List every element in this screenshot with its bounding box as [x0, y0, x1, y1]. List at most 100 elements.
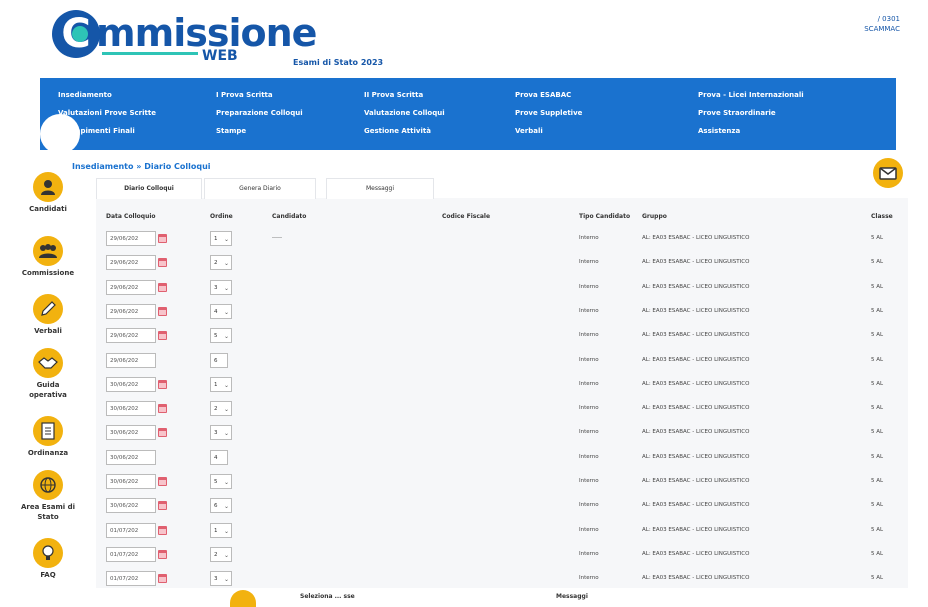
order-select[interactable]: 2 ⌄: [210, 255, 232, 271]
order-select[interactable]: 6 ⌄: [210, 498, 232, 514]
date-input[interactable]: 29/06/202: [106, 328, 156, 344]
calendar-icon[interactable]: [158, 331, 167, 341]
date-input[interactable]: 29/06/202: [106, 303, 156, 319]
type-cell: Interno: [579, 380, 599, 387]
order-value: 1: [214, 236, 218, 242]
order-select[interactable]: 3 ⌄: [210, 571, 232, 587]
class-cell: 5 AL: [871, 429, 884, 436]
nav-column-4: Prova ESABAC Prove Suppletive Verbali: [515, 86, 582, 140]
col-gruppo[interactable]: Gruppo: [642, 208, 667, 226]
main-nav: Insediamento Valutazioni Prove Scritte A…: [40, 78, 896, 154]
date-input[interactable]: 29/06/202: [106, 255, 156, 271]
order-select[interactable]: 3 ⌄: [210, 425, 232, 441]
user-code: / 0301: [877, 15, 900, 23]
sidebar-item-commissione[interactable]: Commissione: [0, 236, 96, 278]
order-select[interactable]: 6: [210, 352, 228, 368]
calendar-icon[interactable]: [158, 258, 167, 268]
col-codice-fiscale[interactable]: Codice Fiscale: [442, 208, 490, 226]
col-data-colloquio[interactable]: Data Colloquio: [106, 208, 156, 226]
chevron-down-icon: ⌄: [223, 503, 229, 511]
order-select[interactable]: 1 ⌄: [210, 376, 232, 392]
sidebar-item-guida-operativa[interactable]: Guida operativa: [0, 348, 96, 400]
nav-gestione-attivita[interactable]: Gestione Attività: [364, 122, 445, 140]
date-input[interactable]: 30/06/202: [106, 425, 156, 441]
calendar-icon[interactable]: [158, 404, 167, 414]
order-select[interactable]: 2 ⌄: [210, 401, 232, 417]
nav-prima-prova[interactable]: I Prova Scritta: [216, 86, 303, 104]
calendar-icon[interactable]: [158, 379, 167, 389]
date-input[interactable]: 30/06/202: [106, 401, 156, 417]
sidebar-item-area-esami[interactable]: Area Esami di Stato: [0, 470, 96, 522]
date-input[interactable]: 30/06/202: [106, 376, 156, 392]
date-input[interactable]: 29/06/202: [106, 231, 156, 246]
nav-insediamento[interactable]: Insediamento: [58, 86, 156, 104]
bottom-select-label[interactable]: Seleziona ... sse: [300, 592, 355, 602]
order-select[interactable]: 1 ⌄: [210, 231, 232, 246]
tab-messaggi[interactable]: Messaggi: [326, 178, 434, 199]
nav-preparazione-colloqui[interactable]: Preparazione Colloqui: [216, 104, 303, 122]
order-select[interactable]: 5 ⌄: [210, 474, 232, 489]
class-cell: 5 AL: [871, 526, 884, 533]
nav-valutazione-colloqui[interactable]: Valutazione Colloqui: [364, 104, 445, 122]
date-input[interactable]: 30/06/202: [106, 449, 156, 465]
mail-button[interactable]: [873, 158, 903, 188]
order-select[interactable]: 4: [210, 449, 228, 465]
sidebar-item-verbali[interactable]: Verbali: [0, 294, 96, 336]
col-classe[interactable]: Classe: [871, 208, 893, 226]
order-select[interactable]: 1 ⌄: [210, 522, 232, 538]
nav-prove-straordinarie[interactable]: Prove Straordinarie: [698, 104, 804, 122]
order-select[interactable]: 5 ⌄: [210, 328, 232, 344]
calendar-icon[interactable]: [158, 549, 167, 559]
nav-column-3: II Prova Scritta Valutazione Colloqui Ge…: [364, 86, 445, 140]
candidate-cell: -----: [272, 235, 282, 241]
date-input[interactable]: 30/06/202: [106, 498, 156, 514]
lightbulb-icon: [33, 538, 63, 568]
date-input[interactable]: 29/06/202: [106, 352, 156, 368]
col-candidato[interactable]: Candidato: [272, 208, 306, 226]
date-input[interactable]: 01/07/202: [106, 571, 156, 587]
class-cell: 5 AL: [871, 283, 884, 290]
sidebar-item-candidati[interactable]: Candidati: [0, 172, 96, 214]
bottom-bar: Seleziona ... sse Messaggi: [216, 588, 712, 607]
calendar-icon[interactable]: [158, 525, 167, 535]
nav-seconda-prova[interactable]: II Prova Scritta: [364, 86, 445, 104]
table-row: 30/06/202 2 ⌄ Interno AL: EA03 ESABAC - LICE…: [96, 398, 908, 422]
nav-licei-internazionali[interactable]: Prova - Licei Internazionali: [698, 86, 804, 104]
order-select[interactable]: 4 ⌄: [210, 303, 232, 319]
col-ordine[interactable]: Ordine: [210, 208, 233, 226]
col-tipo-candidato[interactable]: Tipo Candidato: [579, 208, 630, 226]
calendar-icon[interactable]: [158, 477, 167, 486]
bottom-messages-label[interactable]: Messaggi: [556, 592, 588, 602]
type-cell: Interno: [579, 550, 599, 557]
user-info[interactable]: / 0301 SCAMMAC: [864, 14, 900, 34]
calendar-icon[interactable]: [158, 234, 167, 243]
date-input[interactable]: 30/06/202: [106, 474, 156, 489]
order-value: 1: [214, 527, 218, 534]
order-value: 4: [214, 308, 218, 315]
date-input[interactable]: 01/07/202: [106, 522, 156, 538]
calendar-icon[interactable]: [158, 428, 167, 438]
redaction-blob: [40, 114, 80, 154]
order-select[interactable]: 2 ⌄: [210, 546, 232, 562]
calendar-icon[interactable]: [158, 282, 167, 292]
table-row: 29/06/202 5 ⌄ Interno AL: EA03 ESABAC - LICE…: [96, 325, 908, 349]
tab-diario-colloqui[interactable]: Diario Colloqui: [96, 178, 202, 199]
nav-assistenza[interactable]: Assistenza: [698, 122, 804, 140]
nav-stampe[interactable]: Stampe: [216, 122, 303, 140]
sidebar-item-faq[interactable]: FAQ: [0, 538, 96, 580]
nav-prova-esabac[interactable]: Prova ESABAC: [515, 86, 582, 104]
nav-verbali[interactable]: Verbali: [515, 122, 582, 140]
calendar-icon[interactable]: [158, 574, 167, 584]
commissione-web-logo[interactable]: C mmissione WEB: [52, 10, 317, 68]
tab-genera-diario[interactable]: Genera Diario: [204, 178, 316, 199]
nav-column-5: Prova - Licei Internazionali Prove Strao…: [698, 86, 804, 140]
type-cell: Interno: [579, 283, 599, 290]
calendar-icon[interactable]: [158, 501, 167, 511]
type-cell: Interno: [579, 307, 599, 314]
sidebar-item-ordinanza[interactable]: Ordinanza: [0, 416, 96, 458]
order-select[interactable]: 3 ⌄: [210, 279, 232, 295]
date-input[interactable]: 01/07/202: [106, 546, 156, 562]
nav-prove-suppletive[interactable]: Prove Suppletive: [515, 104, 582, 122]
date-input[interactable]: 29/06/202: [106, 279, 156, 295]
calendar-icon[interactable]: [158, 306, 167, 316]
